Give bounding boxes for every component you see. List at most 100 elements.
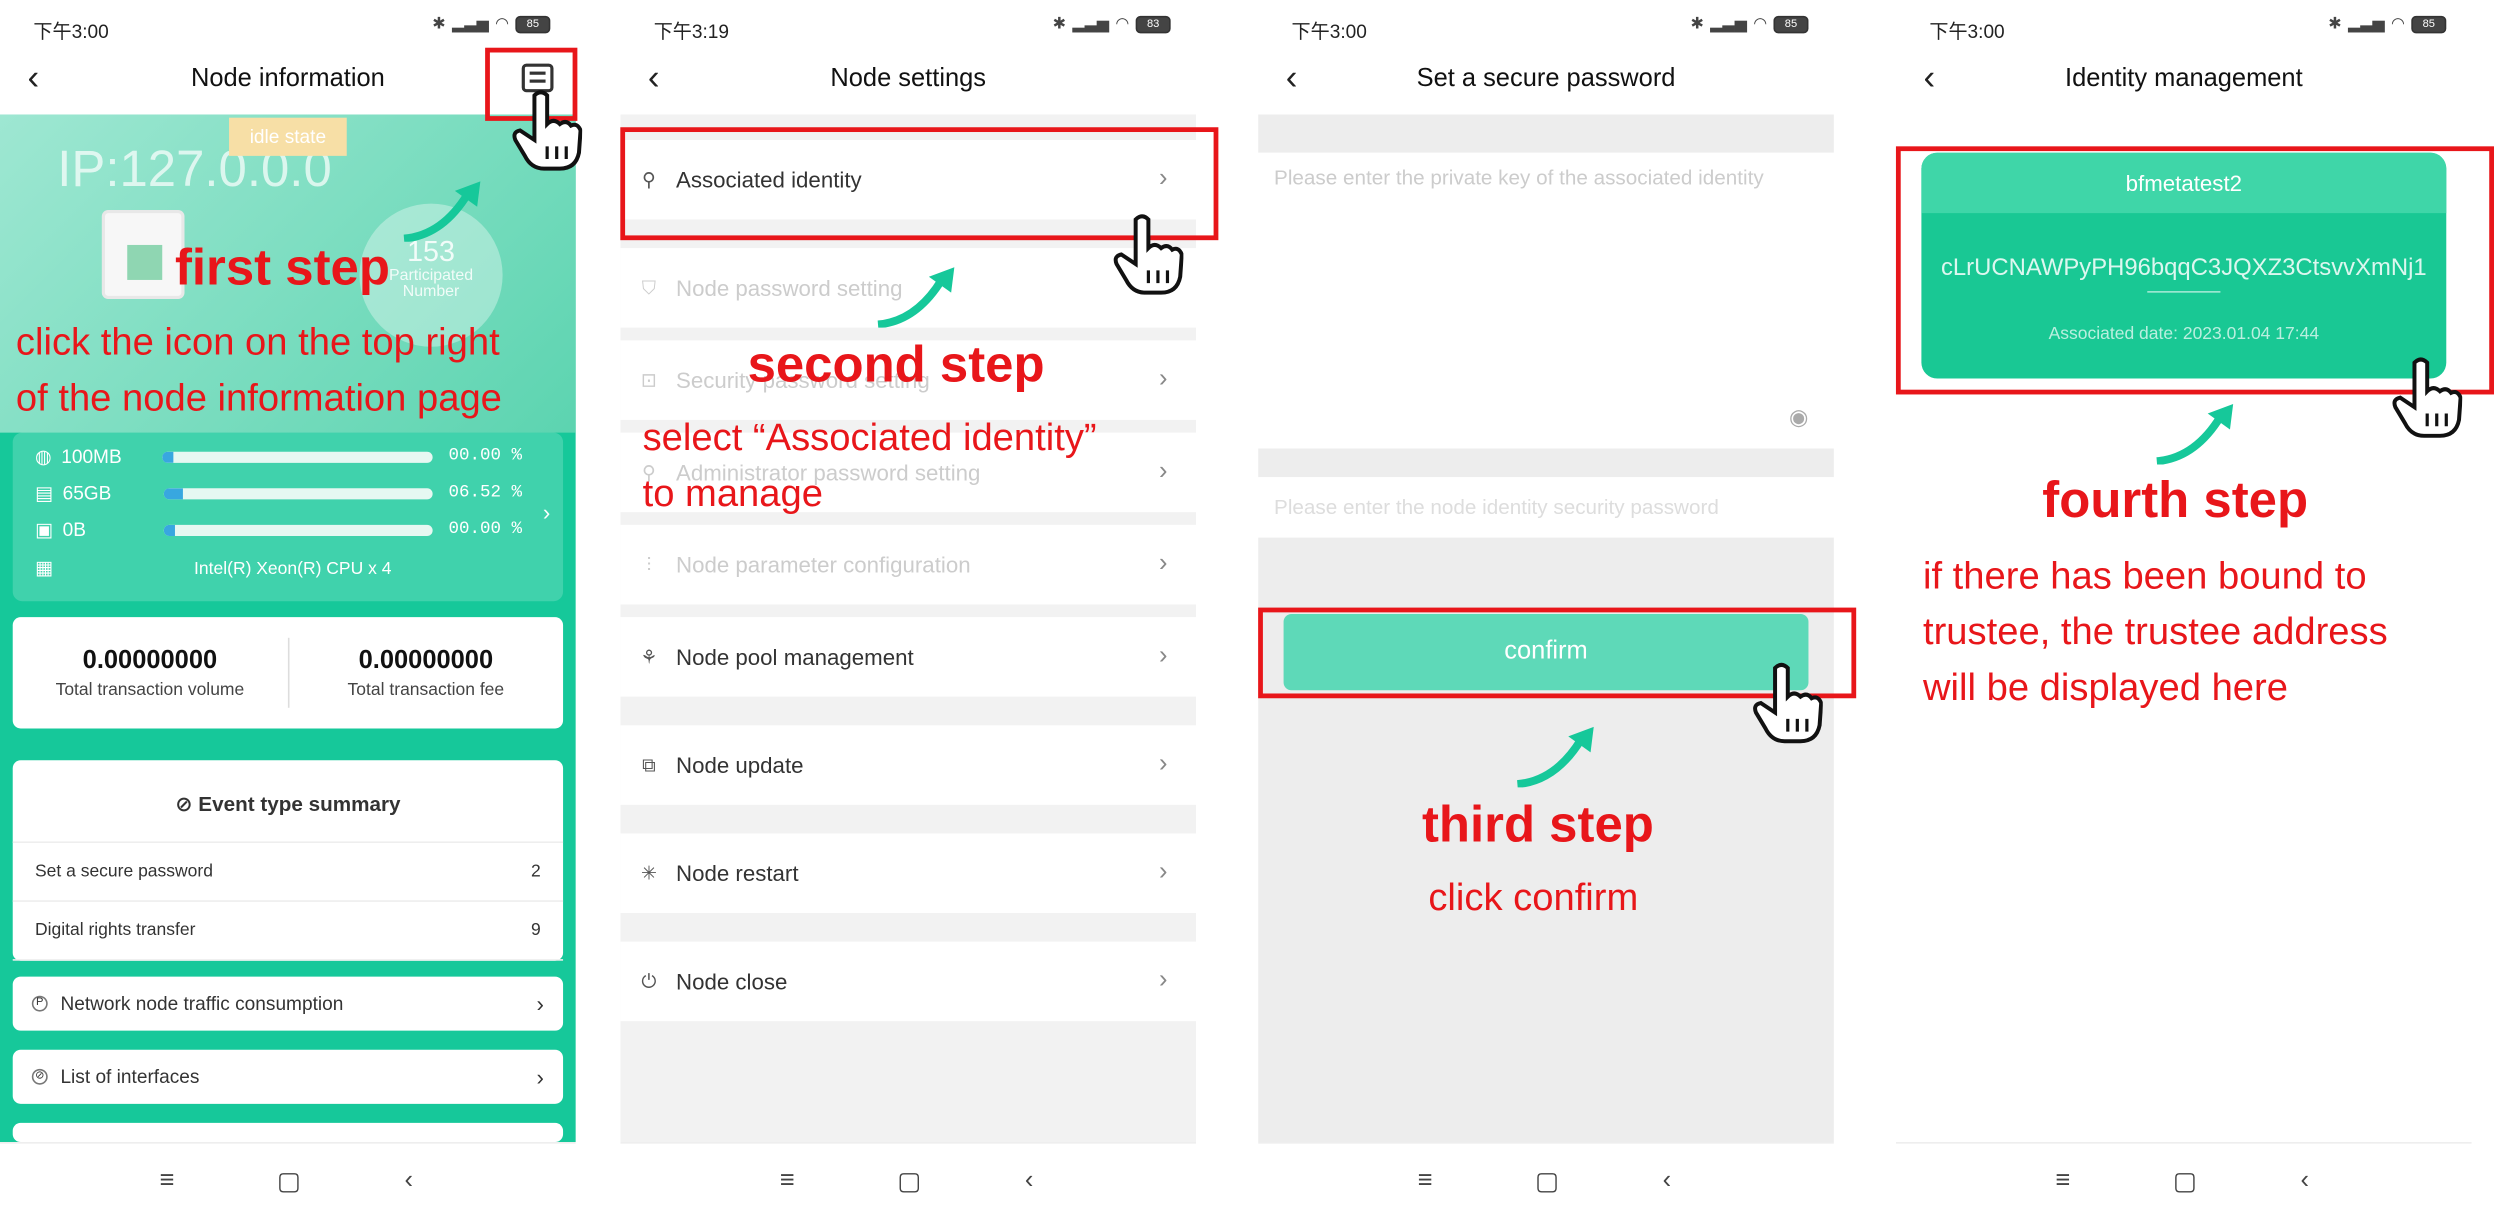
- page-header: ‹ Set a secure password: [1258, 54, 1834, 105]
- settings-item-node-restart[interactable]: ✳ Node restart ›: [620, 833, 1197, 913]
- back-nav-icon[interactable]: ‹: [2294, 1167, 2316, 1196]
- traffic-consumption-link[interactable]: P Network node traffic consumption ›: [12, 976, 564, 1031]
- status-bar: 下午3:00 ✱ ▂▃▅ ◠ 85: [0, 0, 576, 54]
- chevron-right-icon: ›: [1158, 858, 1168, 886]
- restart-icon: ✳: [640, 862, 657, 885]
- page-title: Node information: [190, 65, 385, 93]
- hand-pointer-icon: [1113, 213, 1184, 296]
- hand-pointer-icon: [512, 89, 583, 172]
- home-icon[interactable]: ▢: [1535, 1165, 1559, 1197]
- security-password-input[interactable]: Please enter the node identity security …: [1258, 477, 1834, 538]
- status-icons: ✱ ▂▃▅ ◠ 85: [1690, 15, 1809, 34]
- home-icon[interactable]: ▢: [277, 1165, 301, 1197]
- menu-icon[interactable]: ≡: [1414, 1167, 1436, 1196]
- status-icons: ✱ ▂▃▅ ◠ 85: [432, 15, 551, 34]
- step1-line1: click the icon on the top right: [15, 321, 500, 365]
- step4-line3: will be displayed here: [1922, 666, 2288, 710]
- page-header: ‹ Node information: [0, 54, 576, 105]
- status-time: 下午3:00: [1929, 20, 2005, 43]
- back-icon[interactable]: ‹: [636, 54, 671, 102]
- transaction-summary: 0.00000000 Total transaction volume 0.000…: [12, 617, 564, 729]
- step1-title: first step: [174, 238, 390, 296]
- chevron-right-icon: ›: [1158, 967, 1168, 995]
- battery-icon: 85: [1773, 15, 1809, 34]
- step2-line1: select “Associated identity”: [642, 416, 1097, 460]
- event-row[interactable]: Digital rights transfer 9: [12, 902, 564, 961]
- bluetooth-icon: ✱: [2328, 15, 2342, 34]
- settings-item-parameter-config[interactable]: ⫶ Node parameter configuration ›: [620, 524, 1197, 605]
- back-icon[interactable]: ‹: [1274, 54, 1309, 102]
- system-nav-bar: ≡ ▢ ‹: [620, 1142, 1197, 1219]
- step2-title: second step: [747, 335, 1045, 393]
- back-nav-icon[interactable]: ‹: [398, 1167, 420, 1196]
- chevron-right-icon: ›: [1158, 550, 1168, 578]
- arrow-icon: [2156, 404, 2234, 465]
- private-key-input[interactable]: Please enter the private key of the asso…: [1258, 152, 1834, 449]
- system-nav-bar: ≡ ▢ ‹: [1258, 1142, 1834, 1219]
- disk-icon: ▤: [34, 481, 54, 505]
- resource-row: ▣ 0B 00.00 %: [35, 519, 528, 541]
- resource-label: 0B: [62, 518, 86, 541]
- power-icon: ⏻: [641, 970, 657, 993]
- total-tx-volume: 0.00000000: [82, 646, 218, 674]
- server-illustration: [101, 209, 185, 300]
- back-icon[interactable]: ‹: [1912, 54, 1947, 102]
- hand-pointer-icon: [2392, 356, 2463, 439]
- identity-card[interactable]: bfmetatest2 cLrUCNAWPyPH96bqqC3JQXZ3Ctsv…: [1921, 152, 2447, 379]
- menu-icon[interactable]: ≡: [2052, 1167, 2074, 1196]
- page-title: Set a secure password: [1416, 65, 1676, 93]
- settings-item-node-close[interactable]: ⏻ Node close ›: [620, 941, 1197, 1022]
- sliders-icon: ⫶: [646, 553, 652, 576]
- interfaces-link[interactable]: ⊘ List of interfaces ›: [12, 1049, 564, 1104]
- step3-line1: click confirm: [1428, 876, 1639, 920]
- traffic-icon: P: [31, 995, 48, 1012]
- status-bar: 下午3:19 ✱ ▂▃▅ ◠ 83: [620, 0, 1196, 54]
- chevron-right-icon: ›: [1158, 365, 1168, 393]
- back-icon[interactable]: ‹: [16, 54, 51, 102]
- step4-line1: if there has been bound to: [1922, 555, 2367, 599]
- page-header: ‹ Node settings: [620, 54, 1196, 105]
- menu-icon[interactable]: ≡: [156, 1167, 178, 1196]
- menu-icon[interactable]: ≡: [776, 1167, 798, 1196]
- eye-icon[interactable]: ◉: [1789, 404, 1808, 431]
- chevron-right-icon: ›: [1158, 750, 1168, 778]
- settings-item-associated-identity[interactable]: ⚲ Associated identity ›: [620, 139, 1197, 220]
- resource-bar: [164, 487, 433, 499]
- total-tx-fee: 0.00000000: [358, 646, 494, 674]
- settings-item-node-pool[interactable]: ⚘ Node pool management ›: [620, 617, 1197, 697]
- event-row[interactable]: Set a secure password 2: [12, 843, 564, 902]
- battery-icon: 83: [1135, 15, 1171, 34]
- bluetooth-icon: ✱: [432, 15, 446, 34]
- resource-percent: 06.52 %: [448, 483, 523, 503]
- arrow-icon: [403, 181, 481, 242]
- back-nav-icon[interactable]: ‹: [1018, 1167, 1040, 1196]
- home-icon[interactable]: ▢: [2173, 1165, 2197, 1197]
- arrow-icon: [877, 267, 955, 328]
- globe-icon: ◍: [34, 445, 52, 468]
- wifi-icon: ◠: [1115, 15, 1130, 34]
- status-time: 下午3:19: [653, 20, 730, 43]
- status-bar: 下午3:00 ✱ ▂▃▅ ◠ 85: [1258, 0, 1834, 54]
- chevron-right-icon: ›: [1158, 642, 1168, 670]
- resource-label: 100MB: [61, 445, 122, 468]
- signal-icon: ▂▃▅: [1710, 15, 1747, 34]
- resource-percent: 00.00 %: [448, 520, 523, 540]
- identity-address: cLrUCNAWPyPH96bqqC3JQXZ3CtsvvXmNj1: [1940, 254, 2427, 282]
- settings-icon[interactable]: [521, 63, 554, 93]
- node-settings-screen: 下午3:19 ✱ ▂▃▅ ◠ 83 ‹ Node settings ⚲ Associate…: [620, 0, 1197, 1219]
- step1-line2: of the node information page: [15, 376, 502, 420]
- home-icon[interactable]: ▢: [897, 1165, 921, 1197]
- memory-icon: ▣: [34, 518, 54, 541]
- confirm-button[interactable]: confirm: [1283, 613, 1809, 691]
- resource-stats[interactable]: ◍ 100MB 00.00 % ▤ 65GB 06.52 % ▣ 0B 00.00 % ▦ …: [12, 432, 564, 602]
- wifi-icon: ◠: [1753, 15, 1768, 34]
- resource-bar: [163, 450, 433, 463]
- back-nav-icon[interactable]: ‹: [1656, 1167, 1678, 1196]
- settings-item-node-update[interactable]: ⧉ Node update ›: [620, 725, 1197, 805]
- event-summary-title: ⊘ Event type summary: [12, 760, 564, 843]
- signal-icon: ▂▃▅: [452, 15, 489, 34]
- chevron-right-icon: ›: [1158, 458, 1168, 486]
- more-link[interactable]: [12, 1122, 564, 1143]
- resource-row: ▤ 65GB 06.52 %: [35, 482, 528, 504]
- page-title: Node settings: [830, 65, 987, 93]
